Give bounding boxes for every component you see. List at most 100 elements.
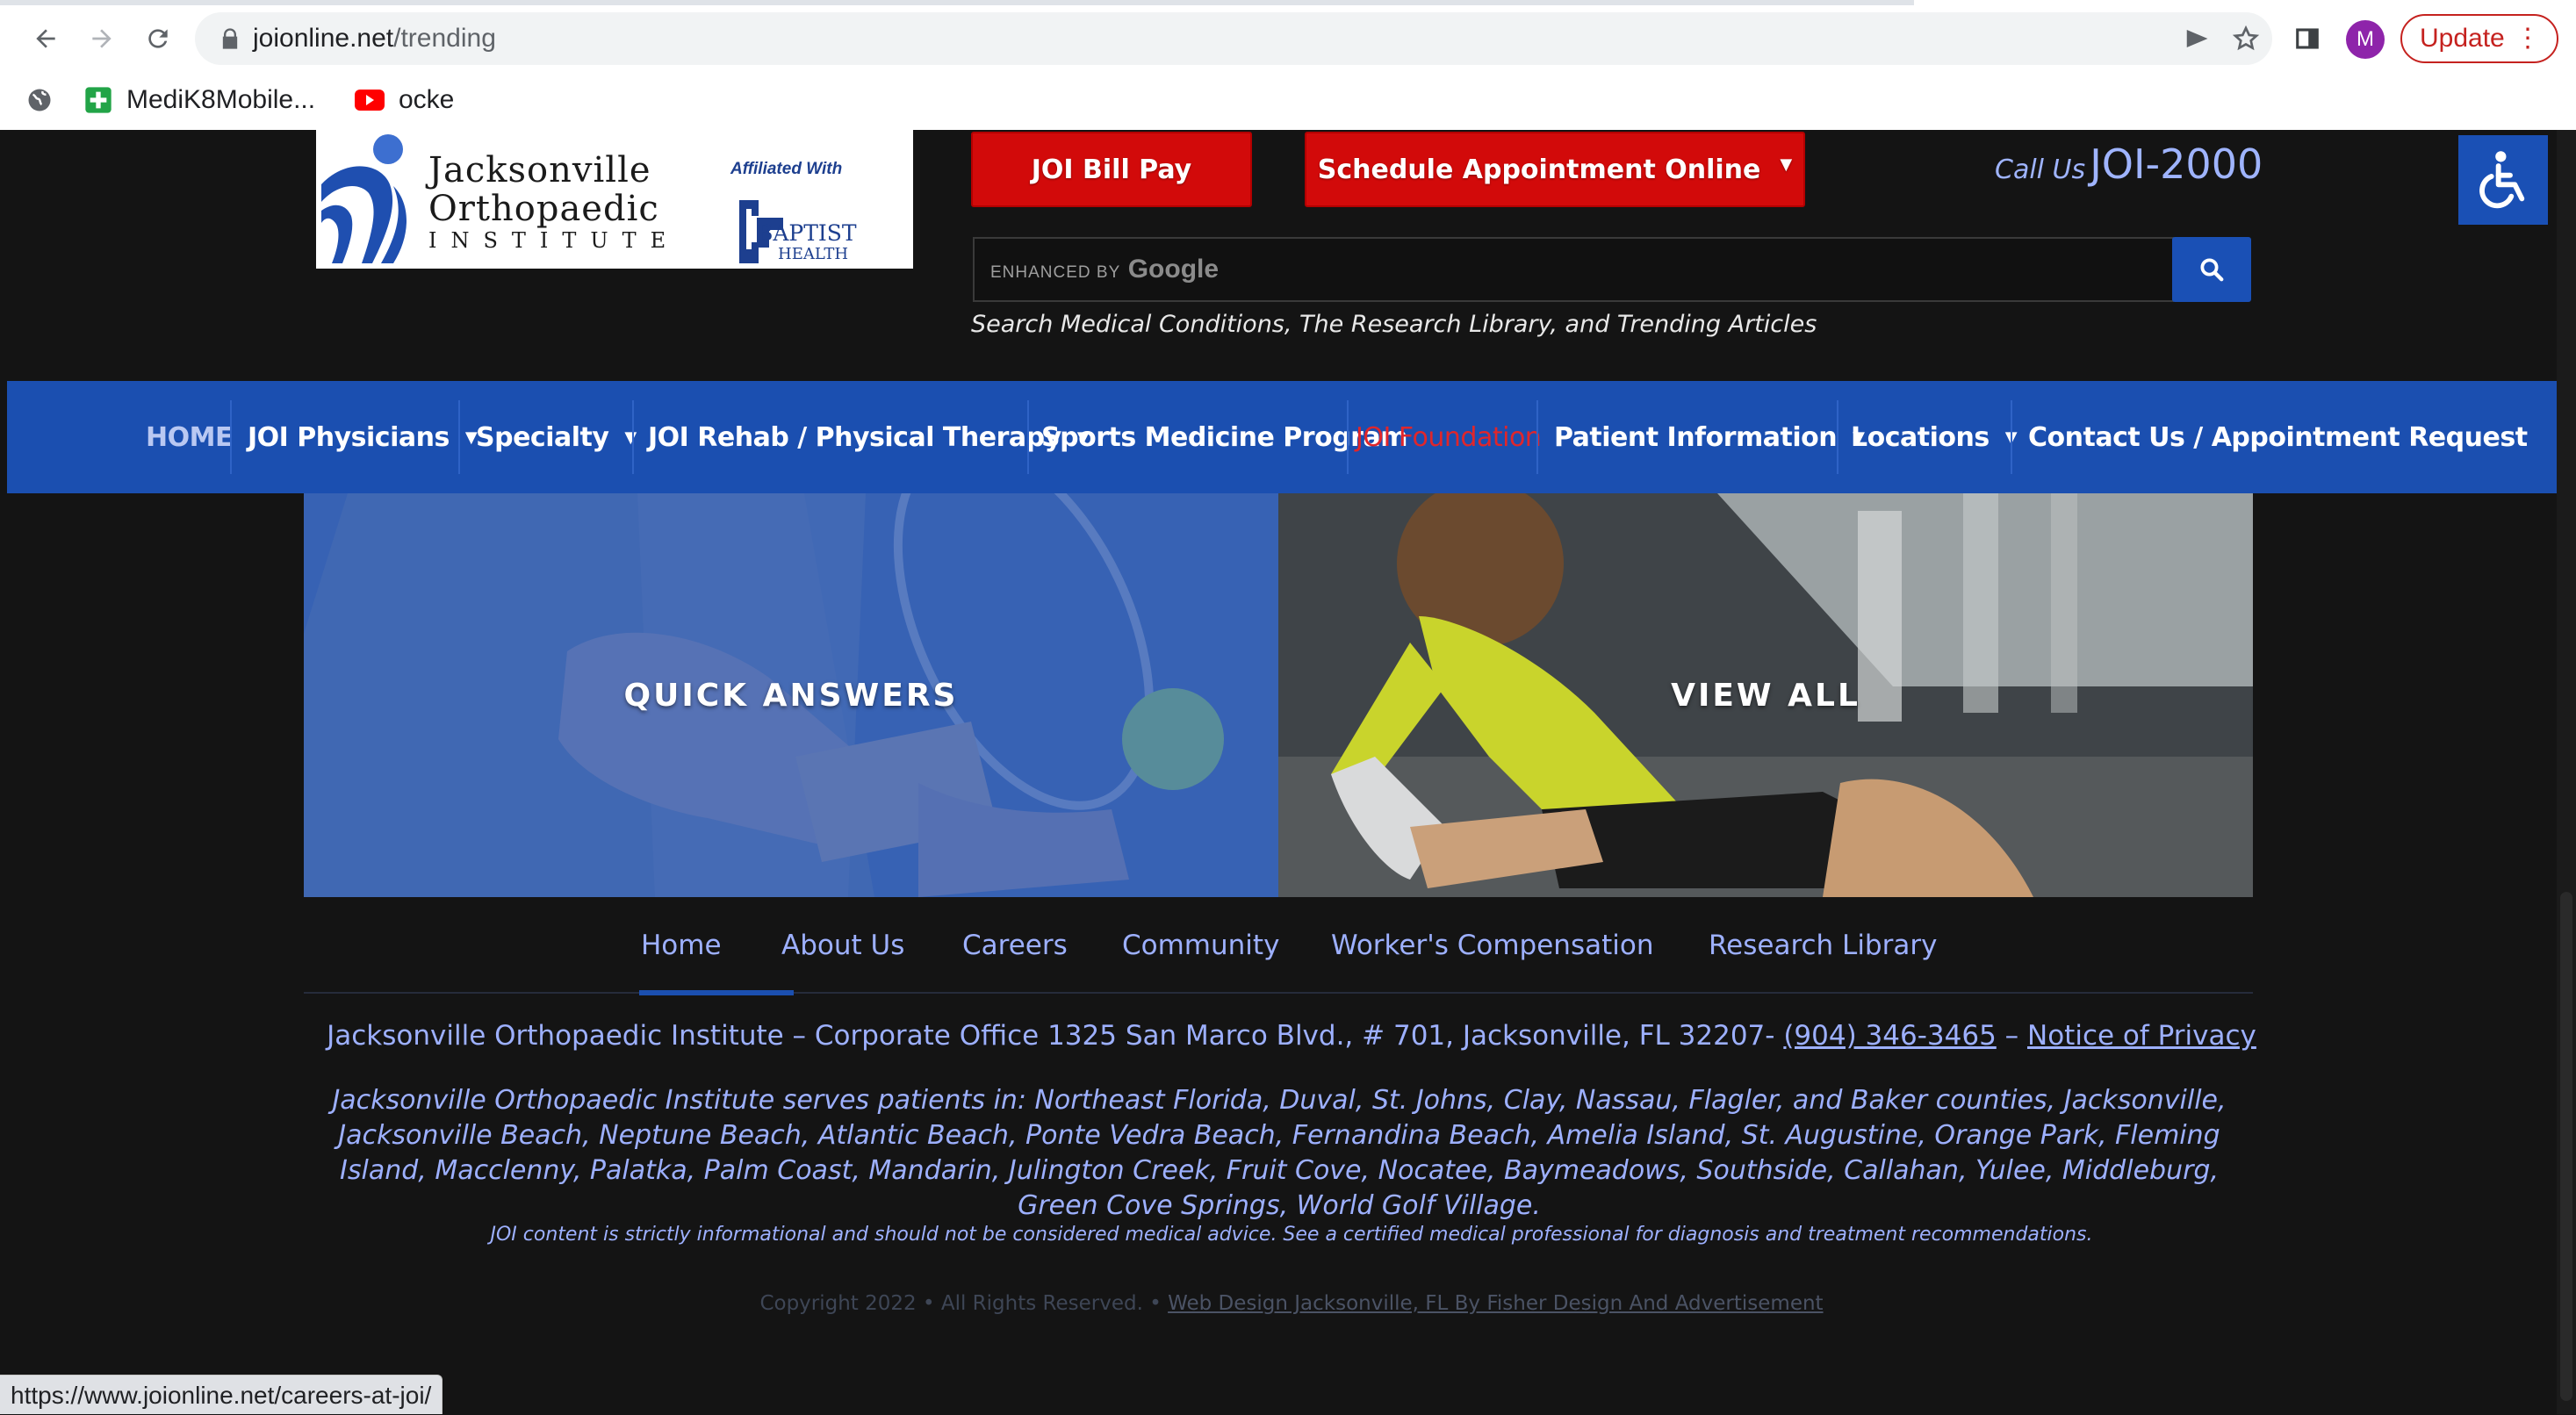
nav-item-contact[interactable]: Contact Us / Appointment Request xyxy=(2028,381,2528,493)
view-all-tile[interactable]: VIEW ALL xyxy=(1278,493,2253,897)
bookmark-label: MediK8Mobile... xyxy=(126,85,316,114)
quick-answers-tile[interactable]: QUICK ANSWERS xyxy=(304,493,1278,897)
schedule-label: Schedule Appointment Online xyxy=(1317,154,1761,185)
copyright: Copyright 2022 • All Rights Reserved. • … xyxy=(7,1292,2576,1315)
corporate-address: Jacksonville Orthopaedic Institute – Cor… xyxy=(7,1020,2576,1052)
dropdown-caret-icon: ▼ xyxy=(1780,154,1793,174)
bookmarks-bar: MediK8Mobile... ocke xyxy=(0,74,2576,126)
forward-button[interactable] xyxy=(81,18,123,60)
nav-divider xyxy=(632,400,634,474)
nav-divider xyxy=(458,400,460,474)
service-area-text: Jacksonville Orthopaedic Institute serve… xyxy=(332,1085,2227,1221)
address-dash: – xyxy=(1996,1020,2028,1052)
bookmark-medik8[interactable]: MediK8Mobile... xyxy=(84,81,315,119)
privacy-notice-link[interactable]: Notice of Privacy xyxy=(2027,1020,2256,1052)
footer-link-workers-compensation[interactable]: Worker's Compensation xyxy=(1331,897,1653,994)
copyright-text: Copyright 2022 • All Rights Reserved. • xyxy=(759,1292,1169,1315)
nav-item-sports-medicine[interactable]: Sports Medicine Program xyxy=(1041,381,1407,493)
search-icon xyxy=(2200,258,2224,282)
logo-line-3: INSTITUTE xyxy=(428,228,680,253)
bill-pay-label: JOI Bill Pay xyxy=(1031,154,1192,185)
nav-item-rehab[interactable]: JOI Rehab / Physical Therapy ▼ xyxy=(648,381,1090,493)
nav-item-home[interactable]: HOME xyxy=(146,381,233,493)
bookmark-ocke[interactable]: ocke xyxy=(355,81,454,119)
footer-link-research-library[interactable]: Research Library xyxy=(1709,897,1937,994)
bookmark-star-button[interactable] xyxy=(2228,21,2263,56)
nav-label: JOI Physicians xyxy=(248,421,450,453)
nav-label: Sports Medicine Program xyxy=(1041,421,1407,453)
call-us-number: JOI-2000 xyxy=(2090,140,2263,188)
globe-icon xyxy=(28,89,51,111)
side-panel-button[interactable] xyxy=(2286,18,2328,60)
nav-divider xyxy=(1536,400,1538,474)
address-text: Jacksonville Orthopaedic Institute – Cor… xyxy=(327,1020,1784,1052)
nav-item-patient-information[interactable]: Patient Information ▼ xyxy=(1554,381,1865,493)
reload-button[interactable] xyxy=(137,18,179,60)
quick-answers-label: QUICK ANSWERS xyxy=(623,677,959,714)
footer-link-community[interactable]: Community xyxy=(1122,897,1279,994)
main-navigation: HOME JOI Physicians ▼ Specialty ▼ JOI Reha… xyxy=(7,381,2576,493)
nav-divider xyxy=(1837,400,1838,474)
send-tab-button[interactable] xyxy=(2179,21,2214,56)
joi-figure-logo-icon xyxy=(321,134,407,263)
search-button[interactable] xyxy=(2172,237,2251,302)
nav-divider xyxy=(230,400,232,474)
nav-label: JOI Rehab / Physical Therapy xyxy=(648,421,1061,453)
side-panel-icon xyxy=(2296,28,2319,49)
bookmark-label: ocke xyxy=(399,85,455,114)
send-icon xyxy=(2186,30,2208,47)
footer-link-home[interactable]: Home xyxy=(641,897,722,994)
google-label: Google xyxy=(1127,255,1220,284)
lock-icon xyxy=(222,28,238,49)
nav-item-specialty[interactable]: Specialty ▼ xyxy=(476,381,637,493)
design-credit-link[interactable]: Web Design Jacksonville, FL By Fisher De… xyxy=(1168,1292,1823,1315)
partner-line-1: BAPTIST xyxy=(757,220,857,246)
apps-shortcut[interactable] xyxy=(26,81,53,119)
nav-item-locations[interactable]: Locations▼ xyxy=(1851,381,2018,493)
site-search-input[interactable]: ENHANCED BY Google xyxy=(973,237,2174,302)
address-bar[interactable]: joionline.net/trending xyxy=(195,12,2272,65)
nav-label: Contact Us / Appointment Request xyxy=(2028,421,2528,453)
enhanced-by-label: ENHANCED BY xyxy=(990,263,1121,282)
scrollbar-thumb[interactable] xyxy=(2560,892,2572,1401)
schedule-appointment-button[interactable]: Schedule Appointment Online ▼ xyxy=(1305,132,1805,207)
back-arrow-icon xyxy=(36,29,55,48)
medical-disclaimer: JOI content is strictly informational an… xyxy=(490,1224,2093,1246)
url-path: /trending xyxy=(393,24,496,53)
profile-avatar[interactable]: M xyxy=(2346,20,2385,59)
joi-logo[interactable]: Jacksonville Orthopaedic INSTITUTE Affil… xyxy=(316,130,913,269)
url-domain: joionline.net xyxy=(253,24,394,53)
nav-label: Patient Information xyxy=(1554,421,1838,453)
logo-wordmark: Jacksonville Orthopaedic INSTITUTE xyxy=(428,151,680,260)
view-all-label: VIEW ALL xyxy=(1671,677,1860,714)
nav-divider xyxy=(1027,400,1029,474)
web-page: Jacksonville Orthopaedic INSTITUTE Affil… xyxy=(7,130,2576,1414)
page-scrollbar[interactable] xyxy=(2557,130,2576,1414)
call-us-label: Call Us xyxy=(1995,154,2086,185)
partner-line-2: HEALTH xyxy=(778,245,849,263)
reload-icon xyxy=(148,29,168,48)
footer-link-careers[interactable]: Careers xyxy=(962,897,1068,994)
logo-line-1: Jacksonville xyxy=(428,150,651,190)
nav-item-foundation[interactable]: JOI Foundation xyxy=(1356,381,1542,493)
nav-divider xyxy=(2011,400,2012,474)
forward-arrow-icon xyxy=(92,29,112,48)
wheelchair-icon xyxy=(2479,151,2525,209)
link-status-bar: https://www.joionline.net/careers-at-joi… xyxy=(0,1375,443,1414)
footer-link-about-us[interactable]: About Us xyxy=(781,897,904,994)
bill-pay-button[interactable]: JOI Bill Pay xyxy=(971,132,1252,207)
update-button[interactable]: Update ⋮ xyxy=(2400,14,2558,63)
accessibility-button[interactable] xyxy=(2458,135,2548,225)
footer-active-indicator xyxy=(639,990,794,995)
call-us[interactable]: Call Us JOI-2000 xyxy=(1995,140,2263,188)
update-label: Update xyxy=(2420,24,2505,53)
partner-wordmark: BAPTIST HEALTH xyxy=(757,220,857,265)
star-icon xyxy=(2232,25,2260,51)
phone-link[interactable]: (904) 346-3465 xyxy=(1783,1020,1996,1052)
nav-label: HOME xyxy=(146,421,233,453)
nav-item-physicians[interactable]: JOI Physicians ▼ xyxy=(248,381,478,493)
footer-navigation: Home About Us Careers Community Worker's… xyxy=(304,897,2253,994)
search-hint-text: Search Medical Conditions, The Research … xyxy=(971,311,1817,338)
back-button[interactable] xyxy=(25,18,67,60)
menu-dots-icon: ⋮ xyxy=(2515,24,2541,53)
